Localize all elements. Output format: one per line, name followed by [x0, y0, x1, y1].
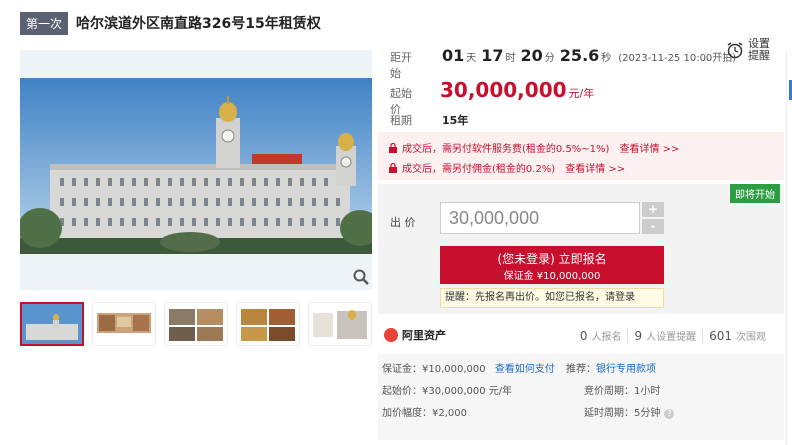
- detail-start-price: 起始价：¥30,000,000 元/年: [382, 386, 513, 397]
- login-hint: 提醒：先报名再出价。如您已报名，请登录: [440, 288, 664, 308]
- notice-commission-link[interactable]: 查看详情 >>: [565, 160, 625, 175]
- thumbnail-5[interactable]: [308, 302, 372, 346]
- thumbnail-2[interactable]: [92, 302, 156, 346]
- deposit-text: 保证金：¥10,000,000: [382, 364, 486, 375]
- auction-details: 保证金：¥10,000,000 查看如何支付 推荐：银行专用款项 起始价：¥30…: [378, 354, 784, 440]
- countdown-hours-unit: 时: [505, 53, 516, 64]
- decrease-bid-button[interactable]: -: [642, 219, 664, 234]
- notice-software-fee: 成交后，需另付软件服务费(租金的0.5%~1%) 查看详情 >>: [388, 140, 679, 155]
- bid-panel: 即将开始 出 价 + - (您未登录) 立即报名 保证金 ¥10,000,000…: [378, 184, 784, 314]
- question-icon[interactable]: ?: [664, 409, 675, 419]
- register-button-label: (您未登录) 立即报名: [497, 252, 607, 266]
- views-count: 601: [709, 328, 732, 343]
- lock-icon: [389, 162, 397, 173]
- brand-logo: 阿里资产: [384, 327, 446, 343]
- notice-commission: 成交后，需另付佣金(租金的0.2%) 查看详情 >>: [388, 160, 625, 175]
- notice-commission-text: 成交后，需另付佣金(租金的0.2%): [402, 164, 556, 175]
- set-reminder-button[interactable]: 设置提醒: [726, 38, 782, 62]
- register-button-deposit: 保证金 ¥10,000,000: [503, 271, 601, 282]
- register-button[interactable]: (您未登录) 立即报名 保证金 ¥10,000,000: [440, 246, 664, 284]
- stat-views: 601 次围观: [702, 327, 772, 343]
- bid-label: 出 价: [390, 216, 416, 229]
- thumbnail-4[interactable]: [236, 302, 300, 346]
- increase-bid-button[interactable]: +: [642, 202, 664, 217]
- deposit-row: 保证金：¥10,000,000 查看如何支付 推荐：银行专用款项: [382, 360, 656, 375]
- countdown-seconds-unit: 秒: [601, 53, 612, 64]
- thumbnail-1[interactable]: [20, 302, 84, 346]
- thumbnail-3[interactable]: [164, 302, 228, 346]
- stat-group: 0 人报名 9 人设置提醒 601 次围观: [574, 327, 772, 343]
- detail-bid-cycle: 竞价周期：1小时: [584, 386, 661, 397]
- brand-name: 阿里资产: [402, 329, 446, 342]
- deposit-how-to-pay-link[interactable]: 查看如何支付: [495, 364, 555, 375]
- reminders-label: 人设置提醒: [646, 331, 697, 343]
- countdown-seconds: 25.6: [559, 46, 600, 65]
- reminders-count: 9: [634, 328, 643, 343]
- notice-software-fee-link[interactable]: 查看详情 >>: [619, 140, 679, 155]
- bid-input[interactable]: [449, 207, 629, 229]
- countdown-days-unit: 天: [466, 53, 477, 64]
- bid-stepper: + -: [642, 202, 664, 234]
- stats-bar: 阿里资产 0 人报名 9 人设置提醒 601 次围观: [378, 322, 784, 348]
- detail-delay-cycle-row: 延时周期：5分钟?: [584, 404, 675, 419]
- ali-asset-logo-icon: [384, 328, 398, 342]
- fee-notice-box: 成交后，需另付软件服务费(租金的0.5%~1%) 查看详情 >> 成交后，需另付…: [378, 132, 784, 180]
- enrolled-label: 人报名: [591, 331, 622, 343]
- detail-delay-cycle: 延时周期：5分钟: [584, 408, 661, 419]
- auction-info-panel: 距开始 01 天 17 时 20 分 25.6 秒 (2023-11-25 10…: [378, 38, 784, 440]
- countdown-days: 01: [442, 46, 465, 65]
- set-reminder-label: 设置提醒: [748, 37, 770, 62]
- notice-software-fee-text: 成交后，需另付软件服务费(租金的0.5%~1%): [402, 144, 610, 155]
- start-price-value: 30,000,000: [440, 78, 567, 102]
- lease-row: 租期 15年: [378, 112, 468, 128]
- status-badge: 即将开始: [730, 184, 780, 203]
- detail-increment: 加价幅度：¥2,000: [382, 408, 467, 419]
- recommend-label: 推荐：: [566, 364, 596, 375]
- right-sidebar-edge: [786, 50, 792, 445]
- thumbnail-strip: [20, 302, 372, 346]
- main-image-viewer[interactable]: [20, 50, 372, 290]
- page-header: 第一次 哈尔滨道外区南直路326号15年租赁权: [20, 11, 321, 35]
- countdown-row: 距开始 01 天 17 时 20 分 25.6 秒 (2023-11-25 10…: [378, 46, 736, 81]
- magnifier-icon[interactable]: [352, 268, 370, 286]
- building-photo: [20, 78, 372, 254]
- bank-payment-link[interactable]: 银行专用款项: [596, 364, 656, 375]
- page-title: 哈尔滨道外区南直路326号15年租赁权: [76, 16, 321, 32]
- bid-input-wrapper: [440, 202, 640, 234]
- lease-value: 15年: [442, 114, 469, 127]
- enrolled-count: 0: [579, 328, 588, 343]
- countdown-label: 距开始: [390, 51, 412, 80]
- start-time: (2023-11-25 10:00开拍): [618, 53, 737, 64]
- stat-enrolled: 0 人报名: [574, 328, 628, 343]
- start-price-unit: 元/年: [568, 87, 595, 100]
- lease-label: 租期: [390, 114, 412, 127]
- countdown-minutes-unit: 分: [544, 53, 555, 64]
- lock-icon: [389, 142, 397, 153]
- round-badge: 第一次: [20, 11, 69, 35]
- alarm-clock-icon: [727, 42, 743, 59]
- stat-reminders: 9 人设置提醒: [627, 327, 702, 343]
- countdown-minutes: 20: [520, 46, 543, 65]
- views-label: 次围观: [736, 331, 766, 343]
- countdown-hours: 17: [481, 46, 504, 65]
